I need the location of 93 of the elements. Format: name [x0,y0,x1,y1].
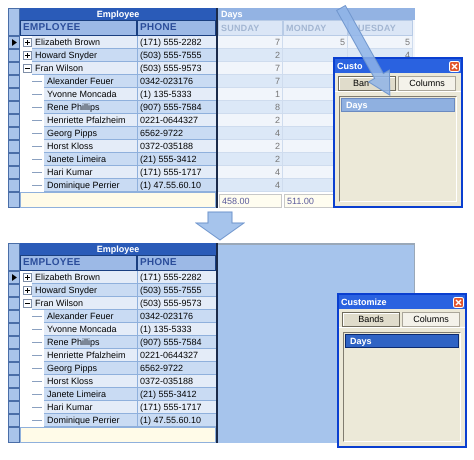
table-cell: (1) 47.55.60.10 [137,179,216,192]
tab[interactable]: Bands [342,312,400,327]
table-cell: Howard Snyder [32,284,137,297]
table-cell: Dominique Perrier [44,414,137,427]
table-cell: 2 [218,140,283,153]
table-cell: 2 [218,49,283,62]
expand-icon[interactable] [23,273,32,282]
close-icon[interactable] [453,296,464,308]
table-cell: (503) 555-9573 [137,62,216,75]
window-title: Customize [341,296,387,308]
table-cell: (907) 555-7584 [137,336,216,349]
band-header[interactable]: Employee [20,8,216,20]
table-cell: Elizabeth Brown [32,271,137,284]
table-cell: Janete Limeira [44,153,137,166]
row-indicator[interactable] [8,36,20,49]
table-cell: (1) 135-5333 [137,323,216,336]
table-cell: (171) 555-2282 [137,36,216,49]
current-row-icon [12,274,16,281]
collapse-icon[interactable] [23,299,32,308]
table-cell: Rene Phillips [44,336,137,349]
tab[interactable]: Columns [402,312,460,327]
table-cell: 8 [218,101,283,114]
table-cell: 0372-035188 [137,140,216,153]
table-cell: 4 [218,179,283,192]
window-title: Custo [337,60,362,72]
tab[interactable]: Columns [398,76,456,91]
table-cell: Janete Limeira [44,388,137,401]
list-item[interactable]: Days [341,98,455,112]
table-cell: Fran Wilson [32,62,137,75]
expand-icon[interactable] [23,38,32,47]
band-header[interactable]: Days [218,8,415,20]
table-cell: (503) 555-7555 [137,284,216,297]
table-cell: (21) 555-3412 [137,388,216,401]
table-cell: 0372-035188 [137,375,216,388]
table-cell: (171) 555-1717 [137,401,216,414]
table-cell: (171) 555-2282 [137,271,216,284]
table-cell: 0342-023176 [137,75,216,88]
table-cell: Elizabeth Brown [32,36,137,49]
table-cell: Yvonne Moncada [44,323,137,336]
total-cell: 458.00 [219,194,282,208]
table-cell: (171) 555-1717 [137,166,216,179]
table-cell: 5 [283,36,348,49]
table-cell: (1) 47.55.60.10 [137,414,216,427]
table-cell: 0221-0644327 [137,114,216,127]
row-indicator[interactable] [8,271,20,284]
footer-indicator [8,427,20,443]
list-item[interactable]: Days [345,334,459,348]
table-cell: Georg Pipps [44,127,137,140]
table-cell: 7 [218,75,283,88]
table-cell: 0221-0644327 [137,349,216,362]
current-row-icon [12,39,16,46]
table-cell: Fran Wilson [32,297,137,310]
table-cell: Horst Kloss [44,375,137,388]
down-arrow [195,211,245,241]
column-header[interactable]: EMPLOYEE [20,20,137,36]
table-cell: (21) 555-3412 [137,153,216,166]
table-cell: (503) 555-7555 [137,49,216,62]
collapse-icon[interactable] [23,64,32,73]
indicator-header [8,243,20,271]
close-icon[interactable] [449,60,460,72]
table-cell: Henriette Pfalzheim [44,114,137,127]
table-cell: (1) 135-5333 [137,88,216,101]
table-cell: 6562-9722 [137,127,216,140]
table-cell: Hari Kumar [44,401,137,414]
expand-icon[interactable] [23,286,32,295]
table-cell: 2 [218,153,283,166]
column-header[interactable]: PHONE [137,255,216,271]
table-cell: 6562-9722 [137,362,216,375]
table-cell: Georg Pipps [44,362,137,375]
table-cell: (503) 555-9573 [137,297,216,310]
table-cell: Rene Phillips [44,101,137,114]
table-cell: Hari Kumar [44,166,137,179]
band-header[interactable]: Employee [20,243,216,255]
table-cell: Henriette Pfalzheim [44,349,137,362]
table-cell: Yvonne Moncada [44,88,137,101]
table-cell: 2 [218,114,283,127]
table-cell: (907) 555-7584 [137,101,216,114]
indicator-header [8,8,20,36]
table-cell: 1 [218,88,283,101]
table-cell: 4 [218,127,283,140]
table-cell: Dominique Perrier [44,179,137,192]
column-header[interactable]: EMPLOYEE [20,255,137,271]
table-cell: Alexander Feuer [44,310,137,323]
table-cell: Alexander Feuer [44,75,137,88]
table-cell: Horst Kloss [44,140,137,153]
table-cell: 7 [218,36,283,49]
table-cell: 7 [218,62,283,75]
expand-icon[interactable] [23,51,32,60]
table-cell: 4 [218,166,283,179]
footer-indicator [8,192,20,208]
table-cell: 0342-023176 [137,310,216,323]
column-header[interactable]: PHONE [137,20,216,36]
table-cell: Howard Snyder [32,49,137,62]
